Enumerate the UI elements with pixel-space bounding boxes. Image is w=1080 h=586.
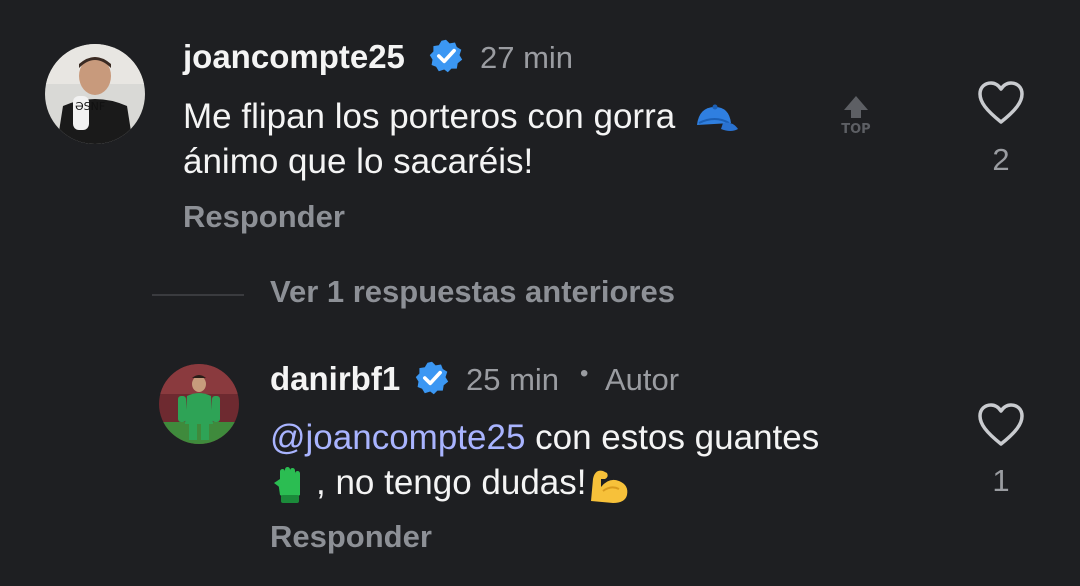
verified-badge-icon (415, 361, 449, 395)
mention-link[interactable]: @joancompte25 (270, 418, 525, 457)
top-emoji: TOP (836, 94, 876, 137)
reply-button[interactable]: Responder (183, 199, 345, 235)
like-count: 2 (992, 142, 1010, 177)
svg-text:TOP: TOP (841, 122, 870, 136)
flexed-biceps-emoji (590, 470, 627, 503)
reply-time: 25 min (466, 362, 560, 397)
avatar-joancompte25[interactable]: ƏSNF (45, 44, 145, 144)
top-arrow-icon: TOP (841, 96, 871, 137)
svg-text:ƏSNF: ƏSNF (75, 100, 105, 113)
reply-username[interactable]: danirbf1 (270, 360, 400, 398)
comment-text-line2: ánimo que lo sacaréis! (183, 142, 534, 181)
heart-icon[interactable] (976, 80, 1026, 126)
glove-emoji (274, 466, 300, 503)
comments-thread: ƏSNF joancompte25 27 min Me flipan los p… (0, 0, 1080, 586)
thread-divider (152, 294, 244, 296)
verified-badge-icon (429, 39, 463, 73)
like-count: 1 (992, 463, 1010, 498)
cap-emoji (696, 104, 738, 131)
reply-text-line1: con estos guantes (525, 418, 820, 457)
meta-separator: • (580, 360, 589, 387)
author-label: Autor (605, 362, 680, 397)
reply-text-line2: , no tengo dudas! (316, 463, 587, 502)
comment-time: 27 min (480, 40, 574, 75)
comment-text-line1: Me flipan los porteros con gorra (183, 97, 676, 136)
avatar-danirbf1[interactable] (159, 364, 239, 444)
comment-username[interactable]: joancompte25 (183, 38, 405, 76)
reply-body-line1: @joancompte25 con estos guantes (270, 415, 819, 461)
view-previous-replies-button[interactable]: Ver 1 respuestas anteriores (270, 274, 675, 310)
reply-button[interactable]: Responder (270, 519, 432, 555)
comment-body: Me flipan los porteros con gorra (183, 94, 739, 140)
heart-icon[interactable] (976, 402, 1026, 448)
reply-body-line2: , no tengo dudas! (270, 460, 631, 506)
